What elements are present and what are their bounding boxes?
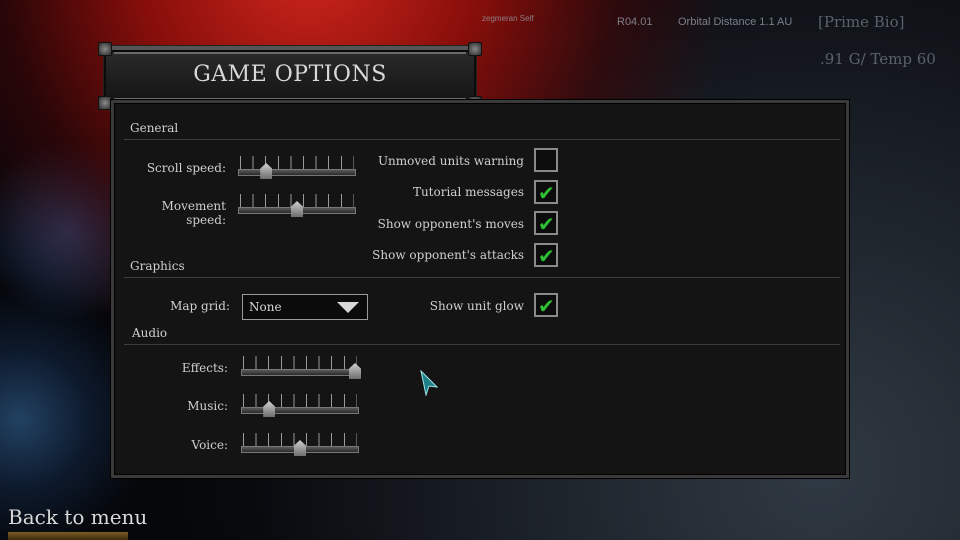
hud-planet-bio: [Prime Bio]: [818, 13, 905, 31]
rivet-icon: [98, 42, 112, 56]
hud-orbital-distance: Orbital Distance 1.1 AU: [678, 16, 793, 28]
back-button-bar: [8, 532, 128, 540]
scroll-speed-slider[interactable]: [238, 156, 356, 180]
hud-tiny-label: zegmeran Self: [482, 14, 534, 23]
slider-ticks: [243, 394, 357, 407]
unmoved-units-warning-label: Unmoved units warning: [377, 154, 524, 168]
movement-speed-slider[interactable]: [238, 194, 356, 218]
effects-slider[interactable]: [241, 356, 361, 380]
check-icon: ✔: [538, 181, 555, 205]
show-opponent-attacks-label: Show opponent's attacks: [372, 248, 524, 262]
options-panel: General Scroll speed: Movement speed: Un…: [111, 100, 849, 478]
divider: [124, 344, 840, 345]
unmoved-units-warning-checkbox[interactable]: [534, 148, 558, 172]
map-grid-dropdown[interactable]: None: [242, 294, 368, 320]
music-label: Music:: [187, 399, 228, 413]
check-icon: ✔: [538, 294, 555, 318]
voice-slider[interactable]: [241, 433, 359, 457]
map-grid-value: None: [249, 300, 282, 314]
rivet-icon: [468, 42, 482, 56]
divider: [124, 277, 840, 278]
back-to-menu-button[interactable]: Back to menu: [8, 505, 147, 529]
divider: [124, 139, 840, 140]
hud-code: R04.01: [617, 16, 653, 28]
effects-label: Effects:: [181, 361, 228, 375]
movement-speed-label: Movement speed:: [161, 199, 226, 227]
voice-label: Voice:: [191, 438, 229, 452]
scroll-speed-label: Scroll speed:: [146, 161, 226, 175]
map-grid-label: Map grid:: [170, 299, 230, 313]
show-opponent-attacks-checkbox[interactable]: ✔: [534, 243, 558, 268]
section-general-label: General: [130, 121, 179, 135]
page-title: GAME OPTIONS: [193, 62, 387, 87]
show-unit-glow-label: Show unit glow: [429, 299, 524, 313]
hud-gravity-temp: .91 G/ Temp 60: [820, 50, 936, 68]
section-audio-label: Audio: [132, 326, 168, 340]
slider-track[interactable]: [238, 169, 356, 176]
slider-track[interactable]: [241, 407, 359, 414]
tutorial-messages-checkbox[interactable]: ✔: [534, 180, 558, 205]
slider-track[interactable]: [241, 369, 359, 376]
slider-ticks: [243, 356, 357, 369]
show-opponent-moves-checkbox[interactable]: ✔: [534, 211, 558, 236]
check-icon: ✔: [538, 244, 555, 268]
title-plate: GAME OPTIONS: [98, 42, 482, 110]
show-opponent-moves-label: Show opponent's moves: [377, 217, 524, 231]
music-slider[interactable]: [241, 394, 359, 418]
slider-ticks: [240, 156, 354, 169]
chevron-down-icon[interactable]: [337, 302, 359, 313]
section-graphics-label: Graphics: [130, 259, 185, 273]
rivet-icon: [98, 96, 112, 110]
pointer-cursor-icon: [420, 370, 438, 396]
check-icon: ✔: [538, 212, 555, 236]
show-unit-glow-checkbox[interactable]: ✔: [534, 293, 558, 318]
tutorial-messages-label: Tutorial messages: [412, 185, 524, 199]
